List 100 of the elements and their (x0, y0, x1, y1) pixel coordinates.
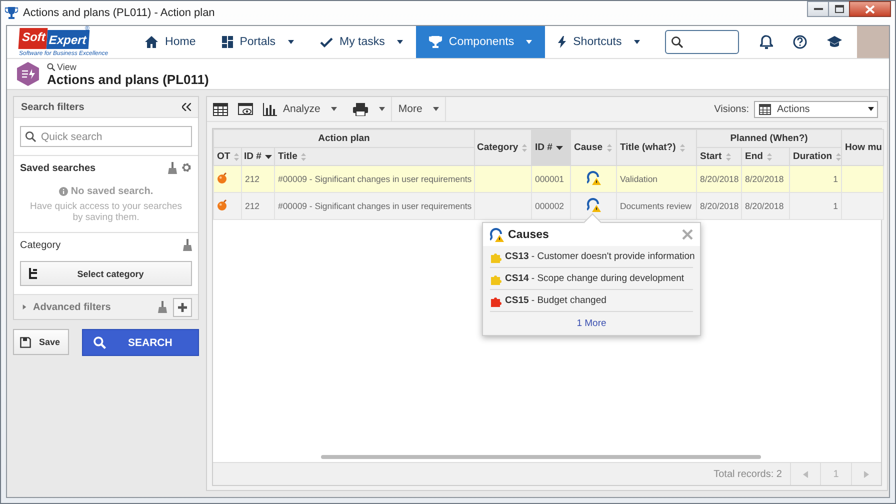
breadcrumb[interactable]: View (47, 62, 209, 72)
sort-descending-icon[interactable] (556, 145, 564, 150)
select-category-button[interactable]: Select category (20, 261, 192, 286)
caret-icon[interactable] (379, 107, 386, 111)
column-header[interactable]: End (742, 148, 790, 166)
search-button[interactable]: SEARCH (82, 329, 199, 356)
section-title: Saved searches (20, 162, 96, 174)
total-records: Total records: 2 (714, 468, 783, 482)
cause-item[interactable]: CS13 - Customer doesn't provide information (505, 251, 695, 262)
bell-icon[interactable] (760, 35, 772, 49)
table-cell: Validation (616, 166, 696, 192)
cause-item[interactable]: CS15 - Budget changed (505, 295, 606, 306)
bomb-icon (217, 172, 228, 184)
nav-item[interactable]: My tasks (306, 26, 416, 58)
page-title: Actions and plans (PL011) (47, 72, 209, 86)
sort-descending-icon[interactable] (265, 154, 272, 159)
plus-icon[interactable] (178, 302, 187, 312)
table-cell: 8/20/2018 (696, 166, 742, 192)
bomb-icon (217, 199, 228, 211)
table-cell: 212 (242, 166, 274, 192)
column-header[interactable]: ID # (532, 130, 570, 166)
nav-item[interactable]: Portals (208, 26, 307, 58)
search-icon (47, 62, 55, 70)
column-header[interactable]: Start (696, 148, 742, 166)
maximize-icon[interactable] (834, 5, 844, 13)
nav-item[interactable]: Shortcuts (545, 26, 653, 58)
minimize-icon[interactable] (814, 7, 822, 11)
table-cell: 1 (790, 192, 842, 220)
table-cell: 212 (242, 192, 274, 220)
visions-dropdown[interactable]: Actions (754, 100, 878, 118)
caret-icon[interactable] (433, 107, 440, 111)
window-title: Actions and plans (PL011) - Action plan (23, 7, 215, 19)
table-cell: 8/20/2018 (742, 192, 790, 220)
search-icon[interactable] (93, 336, 106, 349)
minimize-button[interactable] (807, 1, 829, 17)
empty-message: Have quick access to your searches by saving them. (28, 201, 184, 223)
broom-icon[interactable] (158, 301, 167, 313)
column-header[interactable]: Cause (570, 130, 616, 166)
trophy-icon (5, 6, 18, 20)
search-icon[interactable] (25, 131, 36, 142)
search-icon[interactable] (671, 36, 683, 48)
more-button[interactable]: More (398, 103, 440, 115)
caret-icon[interactable] (288, 40, 294, 44)
panel-title: Search filters (21, 102, 84, 112)
broom-icon[interactable] (183, 239, 192, 251)
maximize-button[interactable] (828, 1, 850, 17)
magnifier-warning-icon[interactable] (490, 228, 504, 242)
nav-item[interactable]: Home (132, 26, 209, 58)
tree-icon[interactable] (29, 268, 38, 279)
save-button[interactable]: Save (13, 329, 69, 355)
visions-label: Visions: (714, 104, 749, 114)
table-cell: 1 (790, 166, 842, 192)
table-icon[interactable] (759, 104, 771, 114)
close-icon[interactable] (865, 4, 875, 14)
magnifier-warning-icon[interactable] (586, 171, 600, 185)
quick-search-field[interactable]: Quick search (20, 126, 192, 147)
analyze-button[interactable]: Analyze (263, 102, 338, 116)
horizontal-scrollbar[interactable] (321, 455, 761, 459)
add-button[interactable] (173, 298, 192, 316)
table-cell: 8/20/2018 (696, 192, 742, 220)
table-cell: #00009 - Significant changes in user requirements (274, 166, 474, 192)
logo-word: Expert (46, 30, 90, 49)
popup-title: Causes (508, 228, 549, 240)
nav-item[interactable]: Components (416, 26, 546, 58)
caret-icon[interactable] (868, 107, 874, 111)
column-header[interactable]: Title (274, 148, 474, 166)
print-button[interactable] (353, 102, 386, 116)
table-row[interactable]: 212 #00009 - Significant changes in user requirements 000001 Validation 8/20/2018 8/20/2018 1 (214, 166, 884, 192)
caret-icon[interactable] (634, 40, 640, 44)
expand-triangle-icon[interactable] (22, 304, 27, 310)
column-header[interactable]: How mu (842, 130, 884, 166)
table-icon[interactable] (213, 102, 228, 116)
cause-item[interactable]: CS14 - Scope change during development (505, 273, 684, 284)
table-row[interactable]: 212 #00009 - Significant changes in user requirements 000002 Documents review 8/20/2018 8/20/2018 1 (214, 192, 884, 220)
column-group-header: Action plan (214, 130, 474, 148)
caret-icon[interactable] (396, 40, 403, 44)
column-header[interactable]: OT (214, 148, 242, 166)
bar-chart-icon[interactable] (263, 102, 277, 116)
broom-icon[interactable] (168, 162, 177, 174)
graduation-cap-icon[interactable] (826, 36, 842, 48)
table-cell: 000001 (532, 166, 570, 192)
column-header[interactable]: Duration (790, 148, 842, 166)
caret-icon[interactable] (331, 107, 338, 111)
more-link[interactable]: 1 More (576, 318, 606, 329)
table-cell: 000002 (532, 192, 570, 220)
help-icon[interactable] (793, 35, 807, 49)
home-icon (145, 36, 158, 48)
table-cell: 8/20/2018 (742, 166, 790, 192)
column-header[interactable]: Category (474, 130, 532, 166)
column-header[interactable]: ID # (242, 148, 274, 166)
printer-icon[interactable] (353, 102, 368, 116)
preview-icon[interactable] (238, 102, 253, 116)
magnifier-warning-icon[interactable] (586, 198, 600, 212)
search-field[interactable] (665, 30, 739, 54)
collapse-icon[interactable] (182, 103, 191, 111)
column-header[interactable]: Title (what?) (616, 130, 696, 166)
settings-icon[interactable] (181, 162, 192, 173)
close-button[interactable] (849, 1, 891, 17)
table-cell: Documents review (616, 192, 696, 220)
column-group-header: Planned (When?) (696, 130, 842, 148)
